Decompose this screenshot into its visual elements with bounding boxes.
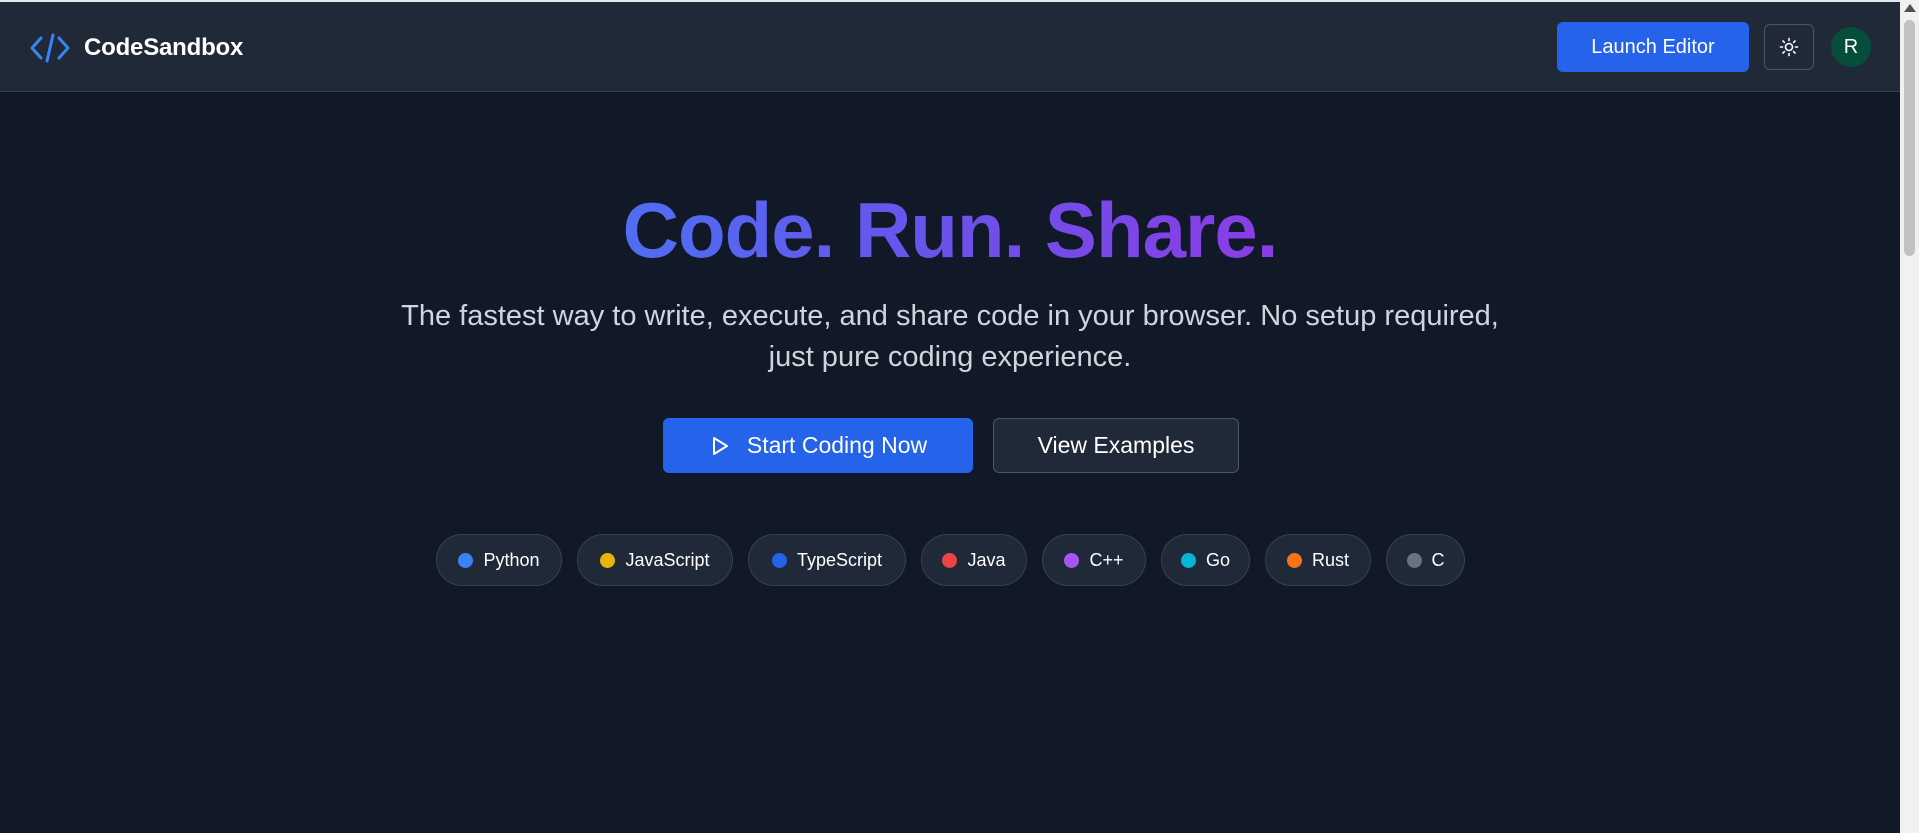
language-chip-label: Rust [1311, 549, 1349, 570]
language-chip-label: Python [483, 549, 540, 570]
top-navbar: CodeSandbox Launch Editor R [0, 2, 1900, 92]
language-color-dot [1286, 552, 1302, 568]
language-chip-javascript[interactable]: JavaScript [577, 534, 733, 586]
play-icon [712, 436, 728, 455]
language-color-dot [458, 552, 474, 568]
language-chip-label: JavaScript [625, 549, 710, 570]
start-coding-label: Start Coding Now [746, 432, 928, 458]
language-chip-label: Java [967, 549, 1006, 570]
code-brackets-icon [30, 33, 70, 63]
hero-title-text: Code. Run. Share. [622, 186, 1279, 274]
language-color-dot [771, 552, 787, 568]
vertical-scrollbar[interactable] [1900, 0, 1919, 833]
language-chip-cpp[interactable]: C++ [1042, 534, 1146, 586]
language-chip-java[interactable]: Java [921, 534, 1027, 586]
launch-editor-button[interactable]: Launch Editor [1557, 22, 1749, 72]
scroll-up-arrow-icon[interactable] [1904, 4, 1916, 12]
user-avatar[interactable]: R [1831, 27, 1871, 67]
hero-subtitle: The fastest way to write, execute, and s… [401, 300, 1499, 373]
hero-title: Code. Run. Share. [0, 184, 1900, 276]
language-color-dot [1180, 552, 1196, 568]
language-chips: Python JavaScript TypeScript Java C++ Go… [0, 534, 1900, 586]
view-examples-button[interactable]: View Examples [993, 418, 1239, 473]
language-color-dot [942, 552, 958, 568]
language-chip-python[interactable]: Python [436, 534, 562, 586]
page: CodeSandbox Launch Editor R Code. Run. S… [0, 0, 1919, 833]
brand[interactable]: CodeSandbox [30, 32, 243, 64]
sun-icon [1779, 37, 1799, 57]
language-chip-label: Go [1205, 549, 1230, 570]
language-chip-rust[interactable]: Rust [1265, 534, 1371, 586]
language-chip-c[interactable]: C [1386, 534, 1465, 586]
brand-name: CodeSandbox [84, 34, 244, 61]
language-color-dot [1406, 552, 1422, 568]
language-chip-label: C++ [1089, 549, 1124, 570]
scrollbar-thumb[interactable] [1904, 20, 1915, 256]
theme-toggle-button[interactable] [1764, 24, 1814, 70]
language-color-dot [600, 552, 616, 568]
start-coding-button[interactable]: Start Coding Now [663, 418, 973, 473]
language-chip-label: TypeScript [796, 549, 883, 570]
language-chip-typescript[interactable]: TypeScript [748, 534, 906, 586]
language-color-dot [1064, 552, 1080, 568]
language-chip-label: C [1431, 549, 1445, 570]
language-chip-go[interactable]: Go [1161, 534, 1250, 586]
